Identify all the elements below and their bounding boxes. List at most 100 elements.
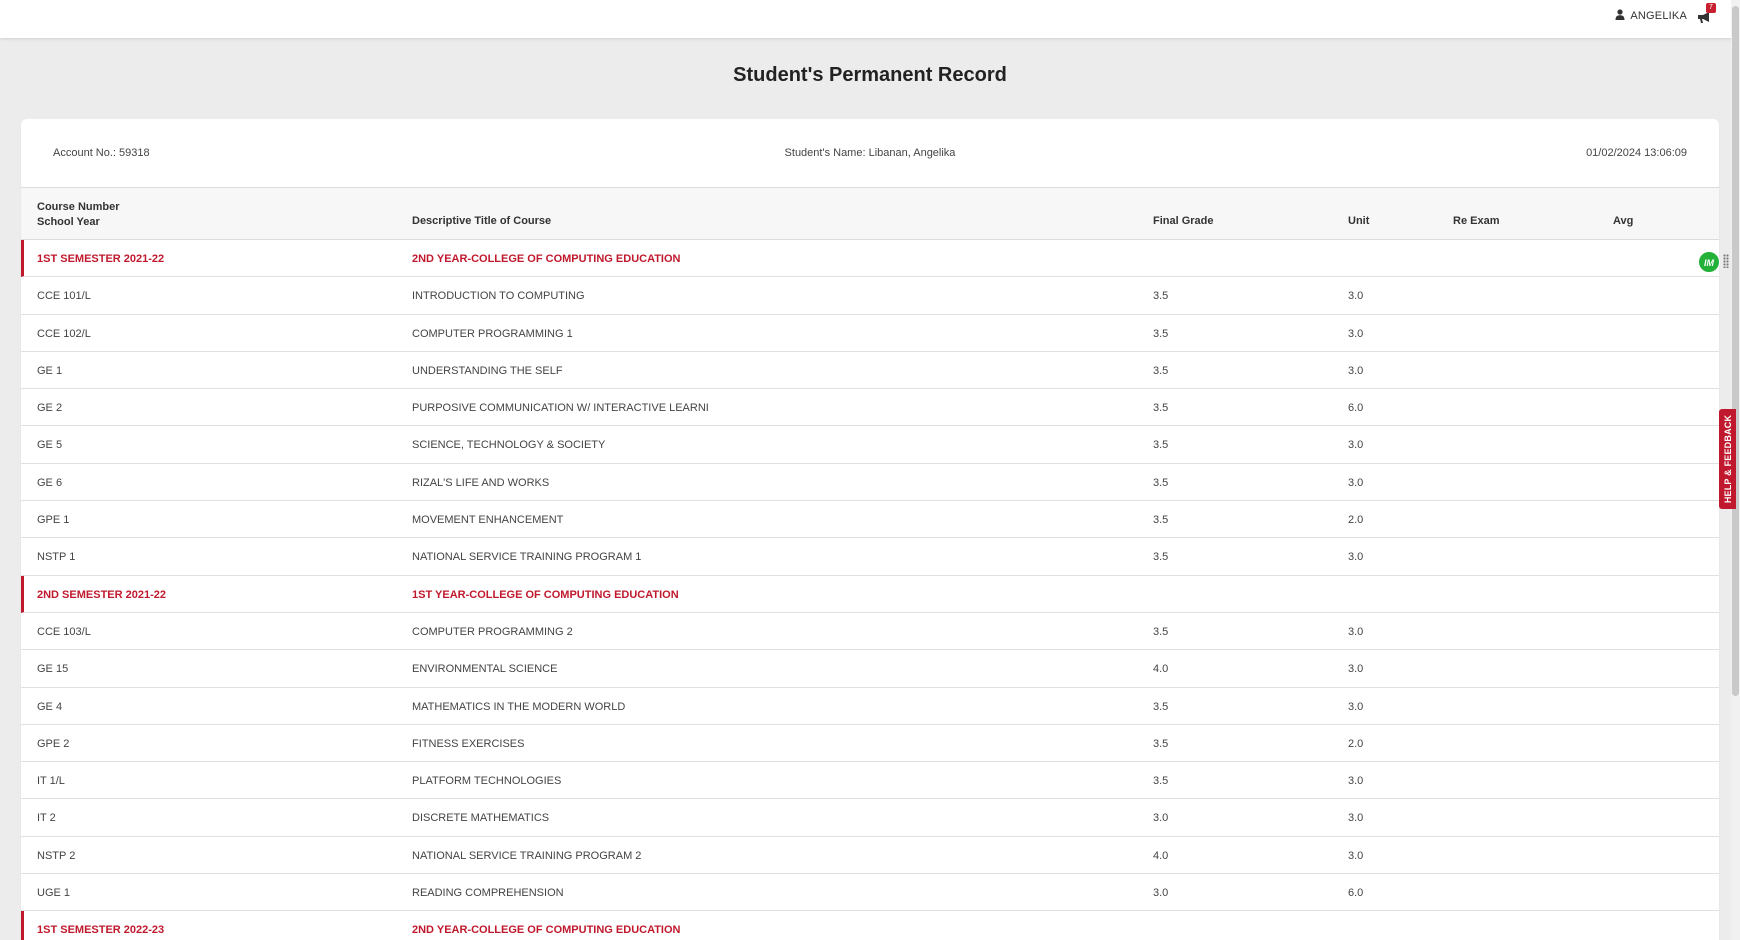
table-row: GPE 1 MOVEMENT ENHANCEMENT 3.5 2.0 <box>21 501 1719 539</box>
course-number-cell: IT 1/L <box>37 775 65 788</box>
course-number-cell: GPE 1 <box>37 514 70 527</box>
final-grade-cell: 3.0 <box>1153 887 1169 900</box>
table-row: IT 1/L PLATFORM TECHNOLOGIES 3.5 3.0 <box>21 762 1719 800</box>
table-row: NSTP 1 NATIONAL SERVICE TRAINING PROGRAM … <box>21 538 1719 576</box>
record-card: Account No.: 59318 Student's Name: Liban… <box>21 119 1719 940</box>
course-title-cell: MOVEMENT ENHANCEMENT <box>412 514 564 527</box>
unit-cell: 3.0 <box>1348 476 1364 489</box>
table-row: CCE 103/L COMPUTER PROGRAMMING 2 3.5 3.0 <box>21 613 1719 651</box>
table-row: GE 1 UNDERSTANDING THE SELF 3.5 3.0 <box>21 352 1719 390</box>
page-title: Student's Permanent Record <box>733 64 1007 86</box>
final-grade-cell: 4.0 <box>1153 663 1169 676</box>
unit-cell: 3.0 <box>1348 849 1364 862</box>
final-grade-cell: 3.5 <box>1153 737 1169 750</box>
final-grade-cell: 3.0 <box>1153 812 1169 825</box>
top-navbar: ANGELIKA 7 <box>0 0 1740 38</box>
user-icon <box>1615 9 1625 23</box>
header-avg: Avg <box>1613 215 1634 227</box>
course-number-cell: CCE 101/L <box>37 290 91 303</box>
username-label: ANGELIKA <box>1630 10 1687 22</box>
help-feedback-label: HELP & FEEDBACK <box>1722 414 1733 504</box>
course-title-cell: DISCRETE MATHEMATICS <box>412 812 550 825</box>
record-timestamp: 01/02/2024 13:06:09 <box>1586 147 1687 159</box>
user-menu[interactable]: ANGELIKA <box>1615 9 1687 23</box>
final-grade-cell: 3.5 <box>1153 439 1169 452</box>
course-number-cell: GE 4 <box>37 700 63 713</box>
course-title-cell: SCIENCE, TECHNOLOGY & SOCIETY <box>412 439 606 452</box>
course-number-cell: IT 2 <box>37 812 56 825</box>
notification-count-badge: 7 <box>1706 3 1716 13</box>
course-number-cell: CCE 102/L <box>37 327 91 340</box>
unit-cell: 3.0 <box>1348 290 1364 303</box>
course-title-cell: PLATFORM TECHNOLOGIES <box>412 775 562 788</box>
year-college-label: 1ST YEAR-COLLEGE OF COMPUTING EDUCATION <box>412 588 679 601</box>
final-grade-cell: 4.0 <box>1153 849 1169 862</box>
course-number-cell: UGE 1 <box>37 887 71 900</box>
table-row: GE 5 SCIENCE, TECHNOLOGY & SOCIETY 3.5 3.0 <box>21 426 1719 464</box>
course-title-cell: NATIONAL SERVICE TRAINING PROGRAM 1 <box>412 551 642 564</box>
record-meta: Account No.: 59318 Student's Name: Liban… <box>21 119 1719 188</box>
course-title-cell: NATIONAL SERVICE TRAINING PROGRAM 2 <box>412 849 642 862</box>
course-number-cell: GPE 2 <box>37 737 70 750</box>
table-row: GE 2 PURPOSIVE COMMUNICATION W/ INTERACTI… <box>21 389 1719 427</box>
header-final-grade: Final Grade <box>1153 215 1214 227</box>
record-table-body: 1ST SEMESTER 2021-22 2ND YEAR-COLLEGE OF … <box>21 240 1719 940</box>
course-title-cell: ENVIRONMENTAL SCIENCE <box>412 663 558 676</box>
semester-label: 1ST SEMESTER 2022-23 <box>37 924 165 937</box>
help-feedback-tab[interactable]: HELP & FEEDBACK <box>1719 409 1736 509</box>
final-grade-cell: 3.5 <box>1153 514 1169 527</box>
course-title-cell: READING COMPREHENSION <box>412 887 564 900</box>
unit-cell: 3.0 <box>1348 439 1364 452</box>
course-title-cell: COMPUTER PROGRAMMING 2 <box>412 625 573 638</box>
final-grade-cell: 3.5 <box>1153 402 1169 415</box>
course-title-cell: INTRODUCTION TO COMPUTING <box>412 290 585 303</box>
course-title-cell: PURPOSIVE COMMUNICATION W/ INTERACTIVE L… <box>412 402 709 415</box>
unit-cell: 2.0 <box>1348 737 1364 750</box>
course-number-cell: GE 5 <box>37 439 63 452</box>
final-grade-cell: 3.5 <box>1153 327 1169 340</box>
course-number-cell: NSTP 2 <box>37 849 76 862</box>
course-title-cell: MATHEMATICS IN THE MODERN WORLD <box>412 700 626 713</box>
header-unit: Unit <box>1348 215 1370 227</box>
unit-cell: 6.0 <box>1348 887 1364 900</box>
final-grade-cell: 3.5 <box>1153 700 1169 713</box>
header-re-exam: Re Exam <box>1453 215 1500 227</box>
final-grade-cell: 3.5 <box>1153 476 1169 489</box>
course-number-cell: GE 2 <box>37 402 63 415</box>
scrollbar-thumb[interactable] <box>1732 6 1739 696</box>
table-row: GE 4 MATHEMATICS IN THE MODERN WORLD 3.5 3.… <box>21 688 1719 725</box>
unit-cell: 3.0 <box>1348 551 1364 564</box>
header-title: Descriptive Title of Course <box>412 215 552 227</box>
unit-cell: 3.0 <box>1348 700 1364 713</box>
notifications-button[interactable]: 7 <box>1697 3 1716 24</box>
unit-cell: 3.0 <box>1348 364 1364 377</box>
course-title-cell: UNDERSTANDING THE SELF <box>412 364 563 377</box>
course-number-cell: NSTP 1 <box>37 551 76 564</box>
semester-label: 1ST SEMESTER 2021-22 <box>37 253 165 265</box>
table-row: GE 15 ENVIRONMENTAL SCIENCE 4.0 3.0 <box>21 650 1719 688</box>
table-row: CCE 102/L COMPUTER PROGRAMMING 1 3.5 3.0 <box>21 315 1719 352</box>
course-number-cell: GE 6 <box>37 476 63 489</box>
course-title-cell: FITNESS EXERCISES <box>412 737 525 750</box>
course-number-cell: GE 1 <box>37 364 63 377</box>
im-badge-button[interactable]: IM <box>1698 251 1720 273</box>
course-title-cell: RIZAL'S LIFE AND WORKS <box>412 476 550 489</box>
table-row: NSTP 2 NATIONAL SERVICE TRAINING PROGRAM … <box>21 837 1719 875</box>
semester-label: 2ND SEMESTER 2021-22 <box>37 588 166 601</box>
year-college-label: 2ND YEAR-COLLEGE OF COMPUTING EDUCATION <box>412 253 681 265</box>
header-school-year-label: School Year <box>37 216 100 228</box>
final-grade-cell: 3.5 <box>1153 551 1169 564</box>
table-header: Course Number School Year Descriptive Ti… <box>21 188 1719 240</box>
header-course-number-label: Course Number <box>37 201 120 213</box>
unit-cell: 3.0 <box>1348 775 1364 788</box>
unit-cell: 3.0 <box>1348 663 1364 676</box>
final-grade-cell: 3.5 <box>1153 625 1169 638</box>
final-grade-cell: 3.5 <box>1153 290 1169 303</box>
table-row: CCE 101/L INTRODUCTION TO COMPUTING 3.5 3.0 <box>21 277 1719 315</box>
course-number-cell: CCE 103/L <box>37 625 91 638</box>
unit-cell: 3.0 <box>1348 625 1364 638</box>
semester-header-row: 1ST SEMESTER 2022-23 2ND YEAR-COLLEGE OF … <box>21 911 1719 940</box>
drag-handle-icon[interactable] <box>1723 254 1729 268</box>
final-grade-cell: 3.5 <box>1153 364 1169 377</box>
table-row: GE 6 RIZAL'S LIFE AND WORKS 3.5 3.0 <box>21 464 1719 502</box>
